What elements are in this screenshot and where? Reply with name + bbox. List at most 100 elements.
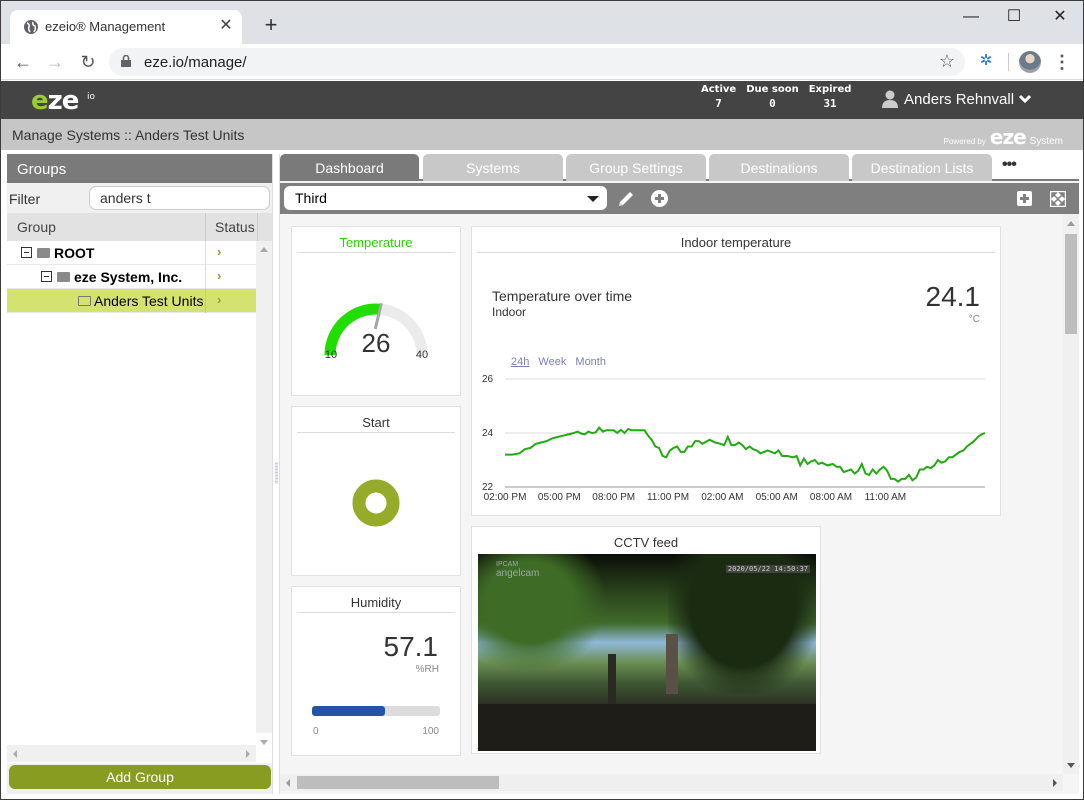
profile-avatar[interactable] bbox=[1019, 51, 1041, 73]
scrollbar-thumb[interactable] bbox=[297, 776, 499, 789]
main-panel: Dashboard Systems Group Settings Destina… bbox=[280, 154, 1079, 794]
tree-horizontal-scrollbar[interactable] bbox=[7, 745, 256, 762]
tree-vertical-scrollbar[interactable] bbox=[256, 241, 272, 745]
tab-group-settings[interactable]: Group Settings bbox=[566, 154, 706, 181]
scroll-down-icon[interactable] bbox=[1067, 763, 1075, 768]
x-tick-label: 08:00 PM bbox=[592, 492, 635, 503]
x-tick-label: 05:00 PM bbox=[538, 492, 581, 503]
tab-destination-lists[interactable]: Destination Lists bbox=[852, 154, 992, 181]
add-dashboard-icon[interactable] bbox=[651, 190, 668, 207]
filter-label: Filter bbox=[9, 191, 41, 207]
scrollbar-thumb[interactable] bbox=[1065, 234, 1077, 334]
dashboard-toolbar: Third bbox=[280, 183, 1079, 214]
widget-start[interactable]: Start bbox=[291, 406, 461, 576]
temperature-line-chart: 22242602:00 PM 05:00 PM 08:00 PM 11:00 PM 02… bbox=[482, 374, 986, 503]
scroll-left-icon[interactable] bbox=[286, 779, 290, 787]
scroll-right-icon[interactable] bbox=[246, 750, 250, 758]
browser-menu-icon[interactable]: ⋮ bbox=[1053, 51, 1071, 73]
gauge-min: 10 bbox=[325, 349, 337, 361]
back-icon[interactable]: ← bbox=[11, 50, 35, 74]
dashboard-canvas: Temperature 26 10 40 Start Humidity 57.1… bbox=[280, 214, 1063, 774]
stat-expired[interactable]: Expired 31 bbox=[809, 84, 852, 110]
canvas-vertical-scrollbar[interactable] bbox=[1063, 214, 1079, 774]
groups-title: Groups bbox=[7, 154, 272, 183]
tree-row-anders-test-units[interactable]: Anders Test Units › bbox=[7, 289, 256, 313]
filter-input[interactable] bbox=[89, 186, 270, 210]
status-chevron-icon[interactable]: › bbox=[205, 241, 256, 265]
tab-dashboard[interactable]: Dashboard bbox=[280, 154, 419, 181]
browser-tabstrip: ezeio® Management ✕ + — ☐ ✕ bbox=[1, 1, 1083, 44]
close-window-button[interactable]: ✕ bbox=[1037, 5, 1083, 29]
minimize-button[interactable]: — bbox=[948, 5, 994, 29]
bookmark-star-icon[interactable]: ☆ bbox=[939, 51, 955, 72]
x-tick-label: 02:00 AM bbox=[701, 492, 743, 503]
add-widget-icon[interactable] bbox=[1017, 191, 1032, 206]
tree-row-root[interactable]: ROOT › bbox=[7, 241, 256, 265]
tab-systems[interactable]: Systems bbox=[423, 154, 563, 181]
dashboard-select[interactable]: Third bbox=[284, 186, 607, 210]
extension-icon[interactable]: ✲ bbox=[976, 51, 996, 71]
stat-due-soon[interactable]: Due soon 0 bbox=[746, 84, 799, 110]
scroll-down-icon[interactable] bbox=[260, 740, 268, 745]
widget-title: CCTV feed bbox=[613, 535, 679, 550]
breadcrumb: Manage Systems :: Anders Test Units bbox=[12, 127, 245, 143]
start-indicator[interactable] bbox=[292, 433, 462, 573]
temperature-unit: °C bbox=[968, 314, 980, 325]
new-tab-button[interactable]: + bbox=[259, 13, 283, 37]
canvas-horizontal-scrollbar[interactable] bbox=[280, 774, 1063, 791]
browser-toolbar: ← → ↻ eze.io/manage/ ☆ bbox=[1, 44, 1083, 80]
scroll-right-icon[interactable] bbox=[1053, 779, 1057, 787]
column-group[interactable]: Group bbox=[17, 219, 56, 235]
widget-temperature[interactable]: Temperature 26 10 40 bbox=[291, 226, 461, 396]
chart-location: Indoor bbox=[492, 305, 527, 319]
fullscreen-icon[interactable] bbox=[1050, 191, 1066, 207]
user-menu[interactable]: Anders Rehnvall bbox=[881, 90, 1032, 108]
drag-handle-icon[interactable] bbox=[275, 462, 278, 484]
status-chevron-icon[interactable]: › bbox=[205, 289, 256, 313]
humidity-unit: %RH bbox=[415, 664, 439, 675]
tree-label: ROOT bbox=[54, 245, 95, 261]
x-tick-label: 05:00 AM bbox=[756, 492, 798, 503]
tree-row-eze-system[interactable]: eze System, Inc. › bbox=[7, 265, 256, 289]
stat-active[interactable]: Active 7 bbox=[701, 84, 736, 110]
tree-label: eze System, Inc. bbox=[74, 269, 183, 285]
collapse-icon[interactable] bbox=[21, 247, 32, 258]
more-tabs-icon[interactable]: ••• bbox=[1002, 156, 1017, 174]
x-tick-label: 02:00 PM bbox=[484, 492, 527, 503]
tree-header: Group Status bbox=[7, 213, 272, 241]
tab-title: ezeio® Management bbox=[45, 19, 166, 34]
browser-tab[interactable]: ezeio® Management ✕ bbox=[10, 10, 242, 44]
widget-cctv[interactable]: CCTV feed IPCAM angelcam 2020/05/22 14:5… bbox=[471, 526, 821, 754]
forward-icon[interactable]: → bbox=[43, 50, 67, 74]
add-group-button[interactable]: Add Group bbox=[9, 765, 271, 789]
main-tabs: Dashboard Systems Group Settings Destina… bbox=[280, 154, 1079, 181]
scroll-up-icon[interactable] bbox=[1067, 221, 1075, 226]
collapse-icon[interactable] bbox=[41, 271, 52, 282]
tab-destinations[interactable]: Destinations bbox=[709, 154, 849, 181]
globe-icon bbox=[24, 20, 38, 34]
chevron-down-icon bbox=[1019, 94, 1032, 104]
user-icon bbox=[882, 90, 898, 108]
address-bar[interactable]: eze.io/manage/ ☆ bbox=[109, 48, 965, 76]
column-status[interactable]: Status bbox=[205, 213, 257, 241]
widget-humidity[interactable]: Humidity 57.1 %RH 0 100 bbox=[291, 586, 461, 756]
edit-pencil-icon[interactable] bbox=[616, 189, 636, 209]
panel-splitter[interactable] bbox=[272, 154, 280, 794]
ezeio-logo[interactable]: eze io bbox=[31, 88, 95, 114]
scroll-left-icon[interactable] bbox=[13, 750, 17, 758]
maximize-button[interactable]: ☐ bbox=[991, 5, 1037, 29]
status-chevron-icon[interactable]: › bbox=[205, 265, 256, 289]
caret-down-icon bbox=[587, 196, 599, 202]
temperature-gauge: 26 10 40 bbox=[324, 302, 428, 361]
folder-icon bbox=[37, 248, 50, 258]
camera-brand: IPCAM angelcam bbox=[496, 561, 540, 579]
status-ring-icon bbox=[352, 479, 400, 527]
reload-icon[interactable]: ↻ bbox=[76, 50, 100, 74]
groups-panel: Groups Filter Group Status ROOT › eze Sy… bbox=[7, 154, 272, 794]
widget-indoor-temperature[interactable]: Indoor temperature Temperature over time… bbox=[471, 226, 1001, 516]
scroll-up-icon[interactable] bbox=[260, 247, 268, 252]
x-tick-label: 11:00 PM bbox=[647, 492, 689, 503]
cctv-video-feed[interactable]: IPCAM angelcam 2020/05/22 14:50:37 bbox=[478, 554, 816, 751]
close-tab-icon[interactable]: ✕ bbox=[216, 16, 236, 36]
powered-by: Powered by eze System bbox=[943, 125, 1063, 149]
